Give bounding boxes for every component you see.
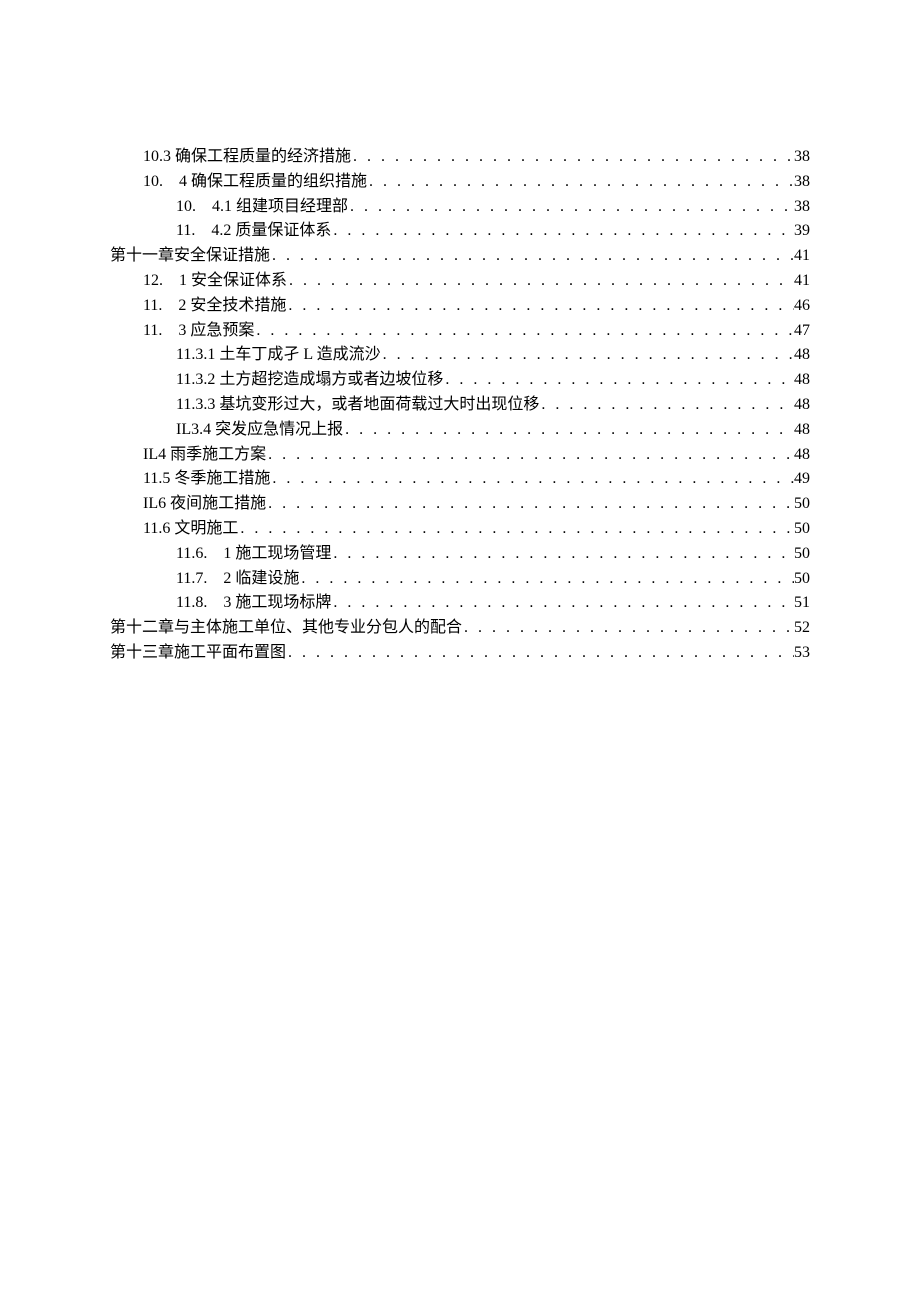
table-of-contents: 10.3 确保工程质量的经济措施 38 10. 4 确保工程质量的组织措施 38… [110, 145, 810, 666]
toc-page-number: 49 [794, 467, 810, 492]
toc-label: 11.5 冬季施工措施 [143, 467, 270, 492]
toc-page-number: 38 [794, 170, 810, 195]
toc-leader-dots [254, 319, 794, 344]
toc-page-number: 48 [794, 368, 810, 393]
toc-leader-dots [462, 616, 794, 641]
toc-label: IL6 夜间施工措施 [143, 492, 266, 517]
toc-label: 11.6 文明施工 [143, 517, 238, 542]
toc-entry: 10. 4.1 组建项目经理部 38 [110, 195, 810, 220]
toc-leader-dots [343, 418, 794, 443]
toc-entry: 11.6 文明施工 50 [110, 517, 810, 542]
toc-entry: 11.7. 2 临建设施 50 [110, 567, 810, 592]
toc-page-number: 52 [794, 616, 810, 641]
toc-leader-dots [266, 443, 794, 468]
toc-entry: 第十二章与主体施工单位、其他专业分包人的配合 52 [110, 616, 810, 641]
toc-page-number: 38 [794, 195, 810, 220]
toc-page-number: 50 [794, 492, 810, 517]
toc-leader-dots [351, 145, 794, 170]
toc-page-number: 50 [794, 567, 810, 592]
toc-entry: 11. 4.2 质量保证体系 39 [110, 219, 810, 244]
toc-label: 11.3.3 基坑变形过大，或者地面荷载过大时出现位移 [176, 393, 539, 418]
toc-leader-dots [299, 567, 794, 592]
toc-label: IL4 雨季施工方案 [143, 443, 266, 468]
toc-leader-dots [266, 492, 794, 517]
toc-label: 第十三章施工平面布置图 [110, 641, 286, 666]
toc-label: 11.8. 3 施工现场标牌 [176, 591, 331, 616]
toc-entry: IL4 雨季施工方案 48 [110, 443, 810, 468]
toc-page-number: 48 [794, 393, 810, 418]
toc-leader-dots [270, 467, 794, 492]
toc-label: 10. 4 确保工程质量的组织措施 [143, 170, 367, 195]
document-page: 10.3 确保工程质量的经济措施 38 10. 4 确保工程质量的组织措施 38… [0, 0, 920, 666]
toc-leader-dots [287, 269, 794, 294]
toc-leader-dots [331, 219, 794, 244]
toc-entry: 11.8. 3 施工现场标牌 51 [110, 591, 810, 616]
toc-leader-dots [331, 542, 794, 567]
toc-entry: 11.5 冬季施工措施 49 [110, 467, 810, 492]
toc-label: 11.3.1 土车丁成孑 L 造成流沙 [176, 343, 381, 368]
toc-label: 第十一章安全保证措施 [110, 244, 270, 269]
toc-page-number: 48 [794, 343, 810, 368]
toc-entry: IL3.4 突发应急情况上报 48 [110, 418, 810, 443]
toc-entry: 10.3 确保工程质量的经济措施 38 [110, 145, 810, 170]
toc-entry: 11.3.1 土车丁成孑 L 造成流沙 48 [110, 343, 810, 368]
toc-page-number: 48 [794, 443, 810, 468]
toc-leader-dots [381, 343, 794, 368]
toc-entry: 第十一章安全保证措施 41 [110, 244, 810, 269]
toc-entry: 11.6. 1 施工现场管理 50 [110, 542, 810, 567]
toc-label: 10. 4.1 组建项目经理部 [176, 195, 348, 220]
toc-entry: 11. 2 安全技术措施 46 [110, 294, 810, 319]
toc-label: IL3.4 突发应急情况上报 [176, 418, 343, 443]
toc-page-number: 41 [794, 269, 810, 294]
toc-page-number: 46 [794, 294, 810, 319]
toc-page-number: 38 [794, 145, 810, 170]
toc-entry: 10. 4 确保工程质量的组织措施 38 [110, 170, 810, 195]
toc-label: 11. 3 应急预案 [143, 319, 254, 344]
toc-leader-dots [286, 294, 794, 319]
toc-label: 10.3 确保工程质量的经济措施 [143, 145, 351, 170]
toc-page-number: 53 [794, 641, 810, 666]
toc-leader-dots [443, 368, 794, 393]
toc-page-number: 48 [794, 418, 810, 443]
toc-entry: 第十三章施工平面布置图 53 [110, 641, 810, 666]
toc-page-number: 50 [794, 517, 810, 542]
toc-leader-dots [539, 393, 794, 418]
toc-label: 11. 2 安全技术措施 [143, 294, 286, 319]
toc-label: 11.6. 1 施工现场管理 [176, 542, 331, 567]
toc-label: 11. 4.2 质量保证体系 [176, 219, 331, 244]
toc-page-number: 51 [794, 591, 810, 616]
toc-entry: 12. 1 安全保证体系 41 [110, 269, 810, 294]
toc-label: 11.7. 2 临建设施 [176, 567, 299, 592]
toc-entry: 11.3.2 土方超挖造成塌方或者边坡位移 48 [110, 368, 810, 393]
toc-leader-dots [238, 517, 794, 542]
toc-leader-dots [331, 591, 794, 616]
toc-page-number: 41 [794, 244, 810, 269]
toc-leader-dots [348, 195, 794, 220]
toc-page-number: 50 [794, 542, 810, 567]
toc-leader-dots [270, 244, 794, 269]
toc-page-number: 39 [794, 219, 810, 244]
toc-label: 第十二章与主体施工单位、其他专业分包人的配合 [110, 616, 462, 641]
toc-page-number: 47 [794, 319, 810, 344]
toc-entry: 11.3.3 基坑变形过大，或者地面荷载过大时出现位移 48 [110, 393, 810, 418]
toc-leader-dots [367, 170, 794, 195]
toc-entry: IL6 夜间施工措施 50 [110, 492, 810, 517]
toc-leader-dots [286, 641, 794, 666]
toc-label: 11.3.2 土方超挖造成塌方或者边坡位移 [176, 368, 443, 393]
toc-label: 12. 1 安全保证体系 [143, 269, 287, 294]
toc-entry: 11. 3 应急预案 47 [110, 319, 810, 344]
